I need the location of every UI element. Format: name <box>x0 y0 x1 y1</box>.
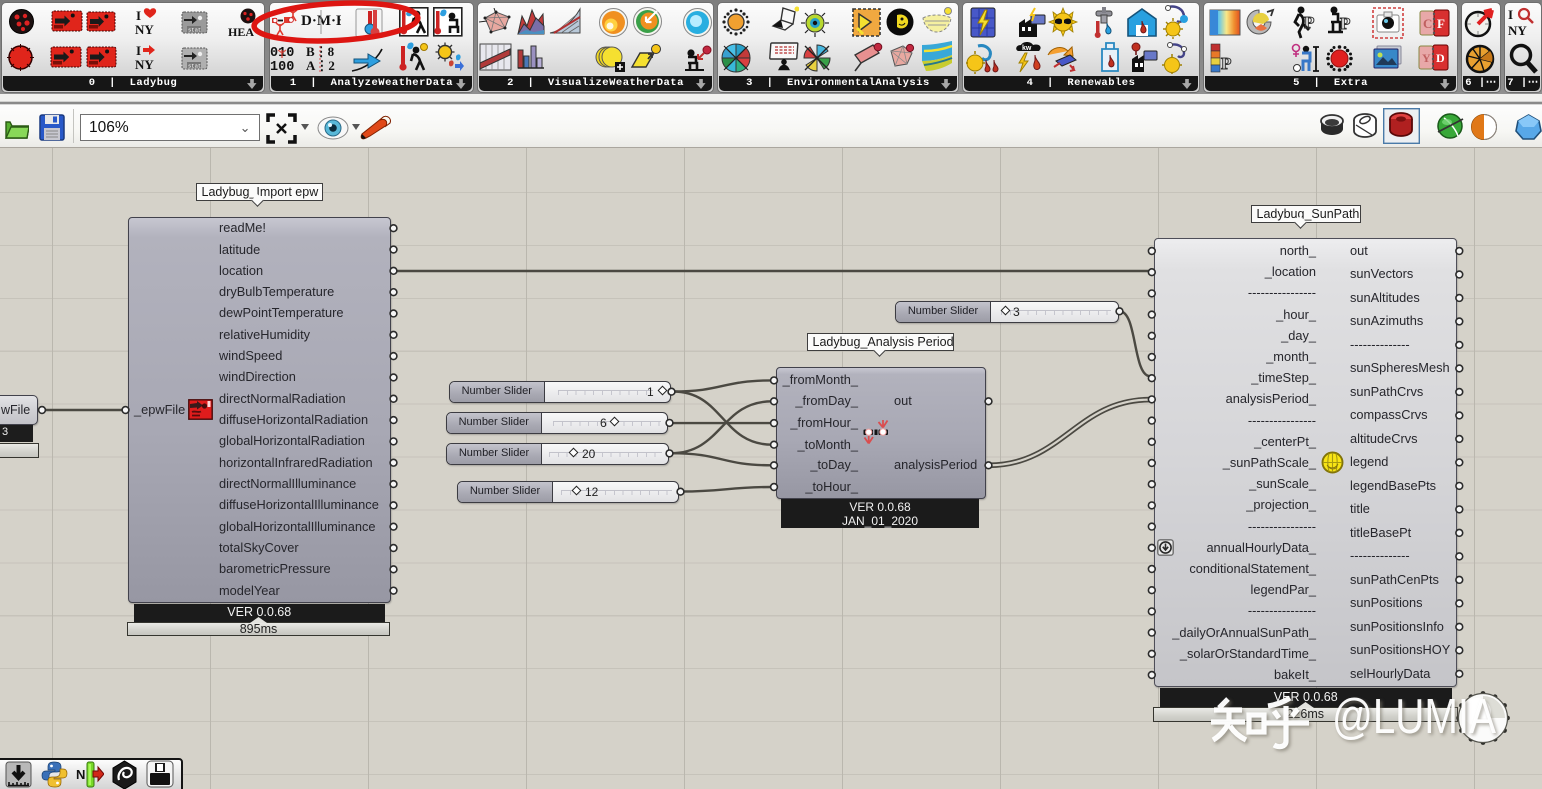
svg-text:P: P <box>1340 14 1350 33</box>
svg-text:C: C <box>1423 16 1432 31</box>
svg-text:I: I <box>136 43 141 58</box>
svg-text:kw: kw <box>1022 45 1032 52</box>
svg-text:I: I <box>136 8 141 23</box>
svg-text:F: F <box>1437 16 1445 31</box>
svg-text:N: N <box>76 767 85 782</box>
svg-text:D: D <box>1436 51 1445 65</box>
svg-text:NY: NY <box>135 22 154 36</box>
svg-text:stat: stat <box>188 63 201 70</box>
svg-text:NY: NY <box>1508 23 1527 38</box>
svg-text:I: I <box>1508 7 1513 22</box>
svg-text:NY: NY <box>135 57 154 71</box>
svg-text:A⋮2: A⋮2 <box>306 58 335 72</box>
svg-text:Y: Y <box>1422 51 1431 65</box>
svg-text:100: 100 <box>270 60 294 72</box>
svg-text:stat: stat <box>188 27 201 34</box>
svg-text:P: P <box>1304 13 1314 32</box>
svg-text:P: P <box>1221 54 1231 73</box>
